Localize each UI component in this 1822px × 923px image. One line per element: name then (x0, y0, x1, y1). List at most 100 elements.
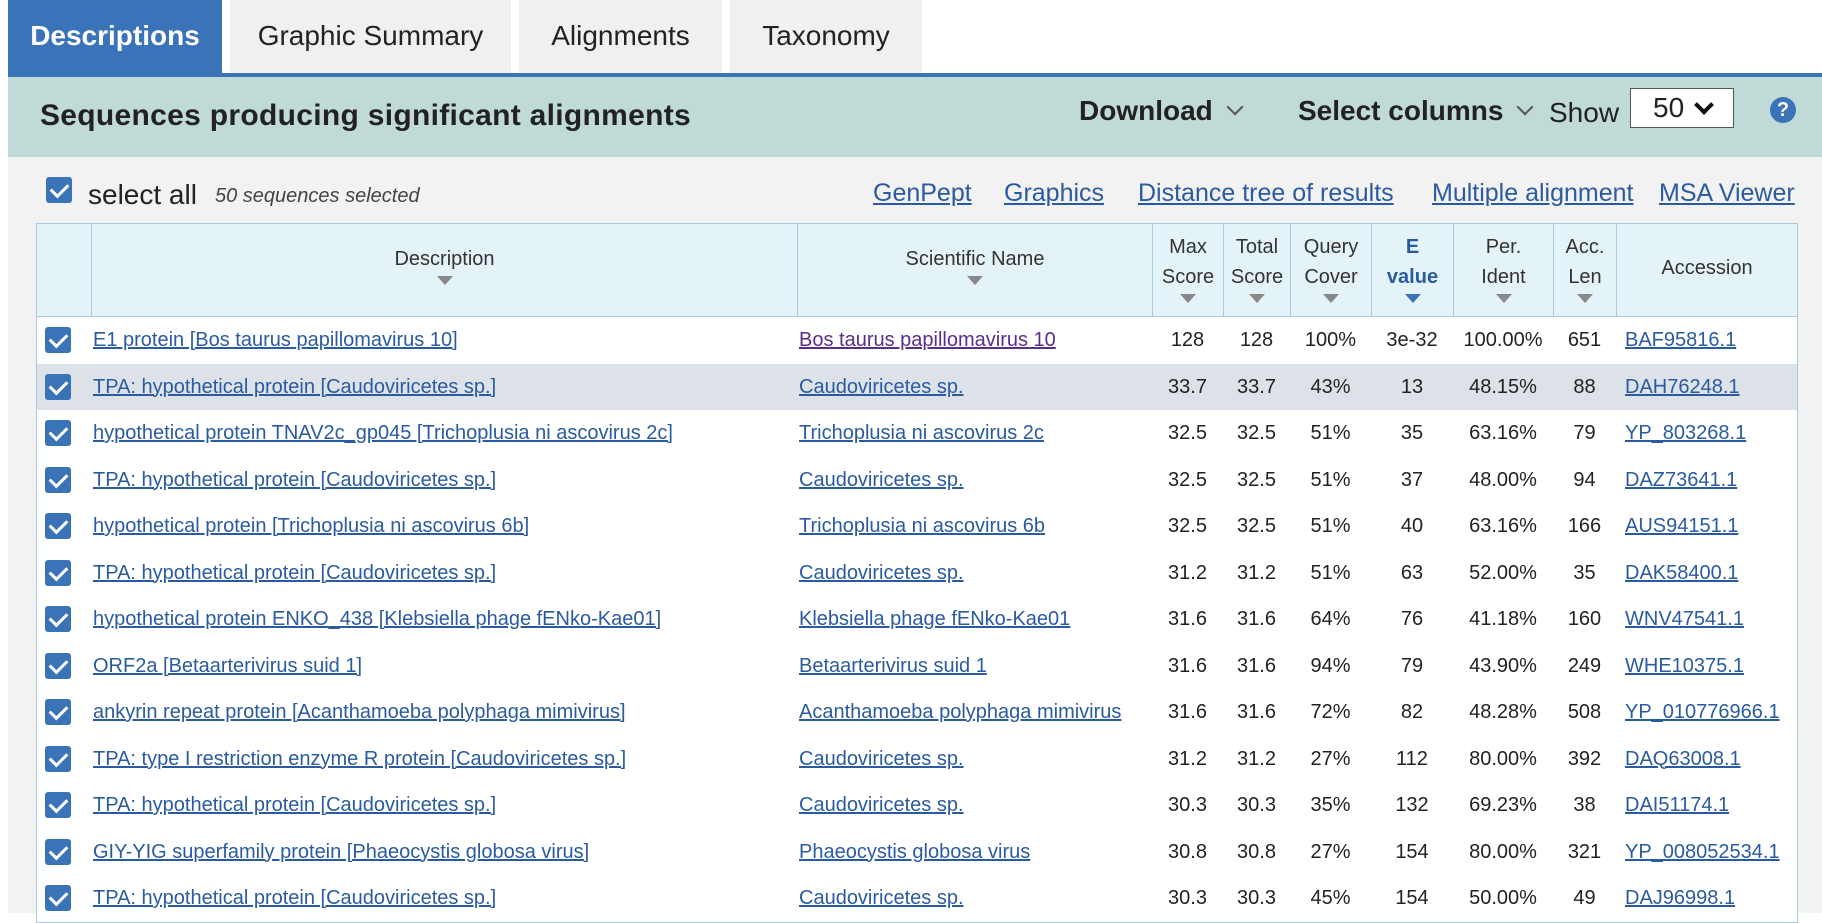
max-score: 128 (1170, 329, 1205, 351)
accession-link[interactable]: BAF95816.1 (1625, 317, 1736, 364)
row-checkbox[interactable] (45, 327, 71, 353)
table-row[interactable]: ankyrin repeat protein [Acanthamoeba pol… (37, 689, 1797, 736)
accession-link[interactable]: DAJ96998.1 (1625, 875, 1735, 922)
row-checkbox[interactable] (45, 606, 71, 632)
row-checkbox[interactable] (45, 885, 71, 911)
table-row[interactable]: E1 protein [Bos taurus papillomavirus 10… (37, 317, 1797, 364)
table-row[interactable]: hypothetical protein TNAV2c_gp045 [Trich… (37, 410, 1797, 457)
header-scientific-name[interactable]: Scientific Name (797, 224, 1152, 316)
table-row[interactable]: TPA: hypothetical protein [Caudoviricete… (37, 457, 1797, 504)
description-link[interactable]: TPA: hypothetical protein [Caudoviricete… (93, 550, 496, 597)
accession-link[interactable]: WNV47541.1 (1625, 596, 1744, 643)
scientific-name-link[interactable]: Acanthamoeba polyphaga mimivirus (799, 689, 1121, 736)
scientific-name-link[interactable]: Bos taurus papillomavirus 10 (799, 317, 1056, 364)
scientific-name-link[interactable]: Caudoviricetes sp. (799, 875, 964, 922)
row-checkbox[interactable] (45, 652, 71, 679)
table-row[interactable]: hypothetical protein [Trichoplusia ni as… (37, 503, 1797, 550)
table-row[interactable]: ORF2a [Betaarterivirus suid 1] Betaarter… (37, 643, 1797, 690)
evalue: 13 (1400, 375, 1424, 398)
distance-tree-link[interactable]: Distance tree of results (1138, 179, 1394, 208)
multiple-alignment-link[interactable]: Multiple alignment (1432, 179, 1634, 208)
accession-link[interactable]: YP_803268.1 (1625, 410, 1746, 457)
table-row[interactable]: TPA: type I restriction enzyme R protein… (37, 736, 1797, 783)
description-link[interactable]: TPA: hypothetical protein [Caudoviricete… (93, 364, 496, 411)
header-total-score[interactable]: Total Score (1223, 224, 1290, 316)
tab-descriptions[interactable]: Descriptions (8, 0, 222, 76)
row-checkbox[interactable] (45, 699, 71, 725)
accession-link[interactable]: DAQ63008.1 (1625, 736, 1741, 783)
description-link[interactable]: hypothetical protein [Trichoplusia ni as… (93, 503, 529, 550)
table-row[interactable]: hypothetical protein ENKO_438 [Klebsiell… (37, 596, 1797, 643)
scientific-name-link[interactable]: Trichoplusia ni ascovirus 2c (799, 410, 1044, 457)
table-row[interactable]: TPA: hypothetical protein [Caudoviricete… (37, 363, 1797, 411)
evalue: 79 (1400, 654, 1424, 677)
accession-link[interactable]: YP_010776966.1 (1625, 689, 1780, 736)
header-accession[interactable]: Accession (1616, 224, 1797, 316)
description-link[interactable]: hypothetical protein TNAV2c_gp045 [Trich… (93, 410, 673, 457)
header-label: Accession (1661, 257, 1753, 279)
scientific-name-link[interactable]: Betaarterivirus suid 1 (799, 643, 987, 690)
header-max-score[interactable]: Max Score (1152, 224, 1223, 316)
accession-link[interactable]: WHE10375.1 (1625, 643, 1744, 690)
accession-link[interactable]: AUS94151.1 (1625, 503, 1738, 550)
row-checkbox[interactable] (45, 420, 71, 446)
row-checkbox[interactable] (45, 373, 71, 400)
scientific-name-link[interactable]: Klebsiella phage fENko-Kae01 (799, 596, 1070, 643)
description-link[interactable]: GIY-YIG superfamily protein [Phaeocystis… (93, 829, 589, 876)
header-per-ident[interactable]: Per. Ident (1453, 224, 1553, 316)
table-row[interactable]: GIY-YIG superfamily protein [Phaeocystis… (37, 829, 1797, 876)
accession-link[interactable]: YP_008052534.1 (1625, 829, 1780, 876)
select-columns-dropdown[interactable]: Select columns (1298, 95, 1534, 127)
row-checkbox[interactable] (45, 513, 71, 539)
scientific-name-link[interactable]: Caudoviricetes sp. (799, 364, 964, 411)
select-all-checkbox[interactable] (46, 177, 72, 203)
row-checkbox[interactable] (45, 792, 71, 818)
help-icon[interactable]: ? (1770, 97, 1796, 123)
accession-link[interactable]: DAK58400.1 (1625, 550, 1738, 597)
sort-arrow-icon (436, 276, 453, 285)
show-count-select[interactable]: 50 (1630, 88, 1734, 128)
accession-link[interactable]: DAZ73641.1 (1625, 457, 1737, 504)
total-score: 31.2 (1237, 561, 1276, 584)
row-checkbox[interactable] (45, 559, 71, 586)
msa-viewer-link[interactable]: MSA Viewer (1659, 179, 1795, 208)
description-link[interactable]: E1 protein [Bos taurus papillomavirus 10… (93, 317, 458, 364)
scientific-name-link[interactable]: Caudoviricetes sp. (799, 782, 964, 829)
description-link[interactable]: TPA: hypothetical protein [Caudoviricete… (93, 782, 496, 829)
per-ident: 43.90% (1469, 654, 1537, 677)
table-row[interactable]: TPA: hypothetical protein [Caudoviricete… (37, 782, 1797, 829)
total-score: 30.3 (1237, 794, 1276, 816)
description-link[interactable]: hypothetical protein ENKO_438 [Klebsiell… (93, 596, 661, 643)
description-link[interactable]: ORF2a [Betaarterivirus suid 1] (93, 643, 362, 690)
header-acc-len[interactable]: Acc. Len (1553, 224, 1616, 316)
max-score: 32.5 (1168, 468, 1207, 491)
download-dropdown[interactable]: Download (1079, 95, 1244, 127)
table-row[interactable]: TPA: hypothetical protein [Caudoviricete… (37, 550, 1797, 597)
description-link[interactable]: TPA: hypothetical protein [Caudoviricete… (93, 457, 496, 504)
scientific-name-link[interactable]: Caudoviricetes sp. (799, 736, 964, 783)
header-description[interactable]: Description (91, 224, 797, 316)
header-label: Score (1161, 266, 1215, 288)
genpept-link[interactable]: GenPept (873, 179, 972, 208)
scientific-name-link[interactable]: Caudoviricetes sp. (799, 457, 964, 504)
description-link[interactable]: ankyrin repeat protein [Acanthamoeba pol… (93, 689, 626, 736)
row-checkbox[interactable] (45, 745, 71, 772)
row-checkbox[interactable] (45, 838, 71, 865)
description-link[interactable]: TPA: type I restriction enzyme R protein… (93, 736, 626, 783)
tab-graphic-summary[interactable]: Graphic Summary (230, 0, 511, 76)
scientific-name-link[interactable]: Trichoplusia ni ascovirus 6b (799, 503, 1045, 550)
scientific-name-link[interactable]: Caudoviricetes sp. (799, 550, 964, 597)
tab-taxonomy[interactable]: Taxonomy (730, 0, 922, 76)
table-row[interactable]: TPA: hypothetical protein [Caudoviricete… (37, 875, 1797, 922)
header-query-cover[interactable]: Query Cover (1290, 224, 1371, 316)
per-ident: 48.28% (1469, 701, 1537, 723)
accession-link[interactable]: DAH76248.1 (1625, 364, 1740, 411)
results-header: Sequences producing significant alignmen… (8, 77, 1822, 157)
header-evalue[interactable]: Evalue (1371, 224, 1453, 316)
tab-alignments[interactable]: Alignments (519, 0, 722, 76)
scientific-name-link[interactable]: Phaeocystis globosa virus (799, 829, 1030, 876)
graphics-link[interactable]: Graphics (1004, 179, 1104, 208)
accession-link[interactable]: DAI51174.1 (1625, 782, 1729, 829)
description-link[interactable]: TPA: hypothetical protein [Caudoviricete… (93, 875, 496, 922)
row-checkbox[interactable] (45, 466, 71, 493)
